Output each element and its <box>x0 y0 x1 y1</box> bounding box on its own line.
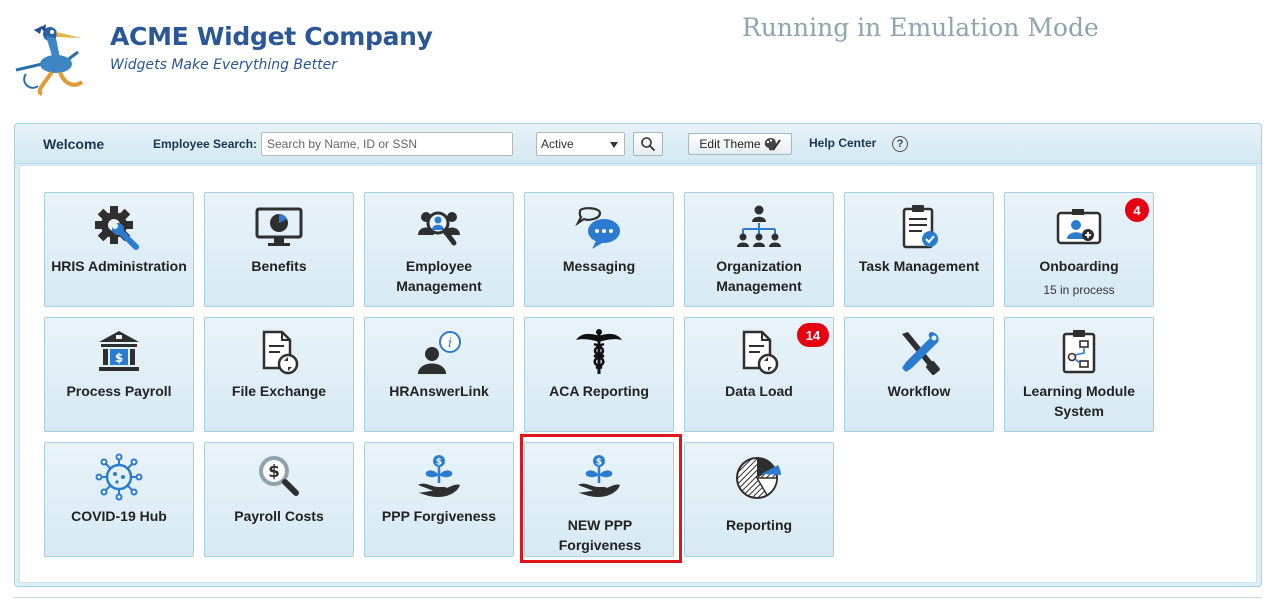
tile-label: File Exchange <box>231 383 327 399</box>
tile-label: Learning Module System <box>1023 383 1135 419</box>
dollar-magnifier-icon: $ <box>259 456 299 496</box>
edit-theme-label: Edit Theme <box>699 137 761 151</box>
paint-palette-icon <box>764 138 781 151</box>
tile-label: Organization Management <box>716 258 802 294</box>
tile-file-exchange[interactable]: File Exchange <box>204 317 354 432</box>
search-button[interactable] <box>633 132 663 156</box>
tile-label: Task Management <box>858 258 980 274</box>
tile-onboarding[interactable]: Onboarding 15 in process 4 <box>1004 192 1154 307</box>
tile-label: Reporting <box>725 517 793 533</box>
svg-text:$: $ <box>436 458 442 468</box>
clipboard-check-icon <box>902 205 938 249</box>
tile-reporting[interactable]: Reporting <box>684 442 834 557</box>
welcome-link[interactable]: Welcome <box>43 136 104 152</box>
money-plant-hand-icon: $ <box>418 455 460 497</box>
svg-text:i: i <box>448 336 452 351</box>
org-chart-icon <box>737 205 781 247</box>
tools-icon <box>902 332 940 375</box>
tile-messaging[interactable]: Messaging <box>524 192 674 307</box>
tile-ppp-forgiveness[interactable]: $ PPP Forgiveness <box>364 442 514 557</box>
tile-workflow[interactable]: Workflow <box>844 317 994 432</box>
tile-label: Payroll Costs <box>234 508 324 524</box>
chat-bubbles-icon <box>575 207 620 249</box>
tile-hris-administration[interactable]: HRIS Administration <box>44 192 194 307</box>
emulation-mode-notice: Running in Emulation Mode <box>742 13 1099 42</box>
caduceus-icon <box>576 329 622 374</box>
file-sync-icon <box>262 330 299 375</box>
employee-search-input[interactable] <box>261 132 513 156</box>
tile-learning-module-system[interactable]: Learning Module System <box>1004 317 1154 432</box>
tile-label: HRAnswerLink <box>389 383 489 399</box>
svg-text:$: $ <box>268 462 280 482</box>
notification-badge: 4 <box>1125 198 1149 222</box>
help-circle-icon[interactable]: ? <box>892 136 908 152</box>
tile-label: PPP Forgiveness <box>381 508 497 524</box>
tile-covid-19-hub[interactable]: COVID-19 Hub <box>44 442 194 557</box>
tile-label: Workflow <box>887 383 951 399</box>
pie-chart-icon <box>736 457 781 499</box>
tile-label: Process Payroll <box>66 383 172 399</box>
chevron-down-icon <box>610 142 618 148</box>
tile-process-payroll[interactable]: $ Process Payroll <box>44 317 194 432</box>
company-tagline: Widgets Make Everything Better <box>110 57 337 73</box>
id-card-add-icon <box>1056 209 1102 245</box>
page-header: ACME Widget Company Widgets Make Everyth… <box>0 0 1270 110</box>
roadrunner-logo-icon <box>15 24 84 96</box>
toolbar: Welcome Employee Search: Active Edit The… <box>15 124 1261 164</box>
divider <box>14 597 1262 598</box>
tile-task-management[interactable]: Task Management <box>844 192 994 307</box>
notification-badge: 14 <box>797 323 829 347</box>
gear-wrench-icon <box>95 206 139 250</box>
tile-label: HRIS Administration <box>51 258 187 274</box>
tile-label: Onboarding <box>1039 258 1119 274</box>
help-center-link[interactable]: Help Center <box>809 136 876 150</box>
bank-icon: $ <box>99 331 139 371</box>
edit-theme-button[interactable]: Edit Theme <box>688 133 792 155</box>
tile-organization-management[interactable]: Organization Management <box>684 192 834 307</box>
employee-search-label: Employee Search: <box>153 137 258 151</box>
tile-label: Messaging <box>562 258 636 274</box>
tile-label: ACA Reporting <box>549 383 649 399</box>
search-icon <box>641 137 656 152</box>
tile-label: Data Load <box>725 383 793 399</box>
tile-label: COVID-19 Hub <box>71 508 167 524</box>
tile-label: Benefits <box>251 258 307 274</box>
svg-text:$: $ <box>115 351 123 365</box>
person-info-icon: i <box>418 331 461 374</box>
tile-employee-management[interactable]: Employee Management <box>364 192 514 307</box>
tile-label: Employee Management <box>396 258 482 294</box>
monitor-pie-icon <box>255 207 303 246</box>
tile-hranswerlink[interactable]: i HRAnswerLink <box>364 317 514 432</box>
highlight-box <box>520 434 682 563</box>
employee-status-select[interactable]: Active <box>536 132 625 156</box>
people-search-icon <box>418 211 460 246</box>
tile-data-load[interactable]: Data Load 14 <box>684 317 834 432</box>
tile-benefits[interactable]: Benefits <box>204 192 354 307</box>
file-sync-icon <box>742 330 779 375</box>
virus-icon <box>95 453 143 501</box>
clipboard-flow-icon <box>1062 330 1096 374</box>
company-name: ACME Widget Company <box>110 22 433 51</box>
tile-aca-reporting[interactable]: ACA Reporting <box>524 317 674 432</box>
tile-payroll-costs[interactable]: $ Payroll Costs <box>204 442 354 557</box>
onboarding-status: 15 in process <box>1043 283 1115 297</box>
status-select-value: Active <box>541 137 574 151</box>
